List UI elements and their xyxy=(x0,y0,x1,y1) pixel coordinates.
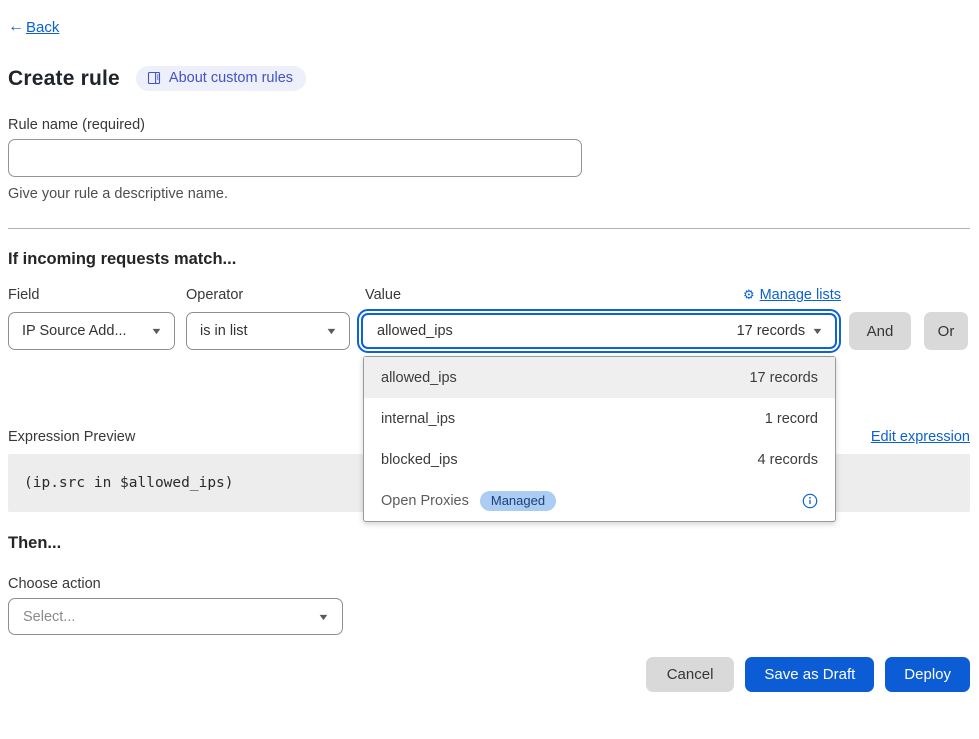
list-item-open-proxies[interactable]: Open Proxies Managed xyxy=(364,480,835,521)
lists-dropdown: allowed_ips 17 records internal_ips 1 re… xyxy=(363,356,836,522)
value-select-focus-ring: allowed_ips 17 records ▼ allowed_ips 17 … xyxy=(357,309,841,353)
list-item-blocked-ips[interactable]: blocked_ips 4 records xyxy=(364,439,835,480)
save-draft-button[interactable]: Save as Draft xyxy=(745,657,874,692)
match-labels-row: Field Operator Value ⚙ Manage lists xyxy=(8,287,970,303)
chevron-down-icon: ▼ xyxy=(811,326,824,336)
page-header: Create rule About custom rules xyxy=(8,66,970,91)
back-link[interactable]: ←Back xyxy=(8,18,59,36)
create-rule-page: ←Back Create rule About custom rules Rul… xyxy=(0,0,979,692)
value-select-name: allowed_ips xyxy=(377,323,453,339)
page-title: Create rule xyxy=(8,67,120,91)
field-select[interactable]: IP Source Add... ▼ xyxy=(8,312,175,350)
chevron-down-icon: ▼ xyxy=(325,326,338,336)
list-item-name: Open Proxies xyxy=(381,493,469,509)
manage-lists-label: Manage lists xyxy=(760,287,841,303)
list-item-records: 1 record xyxy=(765,411,818,427)
chevron-down-icon: ▼ xyxy=(317,612,330,622)
rule-name-label: Rule name (required) xyxy=(8,117,970,133)
and-button[interactable]: And xyxy=(849,312,911,350)
list-item-allowed-ips[interactable]: allowed_ips 17 records xyxy=(364,357,835,398)
value-select-records: 17 records xyxy=(737,323,806,339)
book-icon xyxy=(147,71,161,85)
edit-expression-link[interactable]: Edit expression xyxy=(871,429,970,445)
operator-select-value: is in list xyxy=(200,323,248,339)
rule-name-helper: Give your rule a descriptive name. xyxy=(8,186,970,202)
deploy-button[interactable]: Deploy xyxy=(885,657,970,692)
operator-label: Operator xyxy=(186,287,357,303)
choose-action-label: Choose action xyxy=(8,576,970,592)
action-select[interactable]: Select... ▼ xyxy=(8,598,343,635)
operator-select[interactable]: is in list ▼ xyxy=(186,312,350,350)
value-select[interactable]: allowed_ips 17 records ▼ xyxy=(361,313,837,349)
list-item-records: 17 records xyxy=(749,370,818,386)
then-heading: Then... xyxy=(8,534,970,553)
list-item-name: internal_ips xyxy=(381,411,455,427)
match-heading: If incoming requests match... xyxy=(8,250,970,269)
back-link-label: Back xyxy=(26,19,59,36)
chevron-down-icon: ▼ xyxy=(150,326,163,336)
back-arrow-icon: ← xyxy=(8,18,24,36)
gear-icon: ⚙ xyxy=(743,287,755,303)
about-badge-label: About custom rules xyxy=(169,70,293,86)
or-button[interactable]: Or xyxy=(924,312,968,350)
list-item-records: 4 records xyxy=(758,452,818,468)
action-select-placeholder: Select... xyxy=(23,609,75,625)
info-icon[interactable] xyxy=(802,493,818,509)
value-label: Value xyxy=(365,287,401,303)
cancel-button[interactable]: Cancel xyxy=(646,657,735,692)
section-divider xyxy=(8,228,970,229)
expression-preview-label: Expression Preview xyxy=(8,429,135,445)
expression-code: (ip.src in $allowed_ips) xyxy=(24,475,234,491)
managed-badge: Managed xyxy=(480,491,556,511)
field-label: Field xyxy=(8,287,186,303)
field-select-value: IP Source Add... xyxy=(22,323,127,339)
rule-name-input[interactable] xyxy=(8,139,582,177)
match-condition-row: IP Source Add... ▼ is in list ▼ allowed_… xyxy=(8,309,970,353)
list-item-name: allowed_ips xyxy=(381,370,457,386)
footer-actions: Cancel Save as Draft Deploy xyxy=(8,657,970,692)
list-item-internal-ips[interactable]: internal_ips 1 record xyxy=(364,398,835,439)
about-custom-rules-badge[interactable]: About custom rules xyxy=(136,66,306,91)
list-item-name: blocked_ips xyxy=(381,452,458,468)
manage-lists-link[interactable]: ⚙ Manage lists xyxy=(743,287,841,303)
